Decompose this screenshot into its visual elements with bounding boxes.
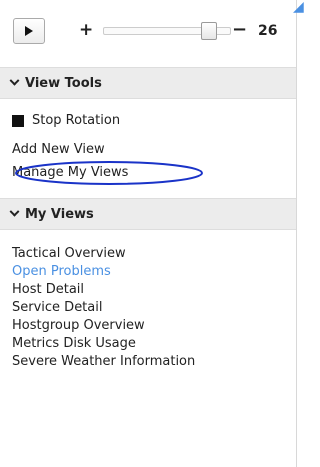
add-new-view-link[interactable]: Add New View	[12, 141, 105, 159]
increase-interval-button[interactable]: +	[79, 20, 93, 40]
stop-rotation-label: Stop Rotation	[32, 113, 121, 128]
stop-icon	[12, 115, 24, 127]
slider-handle[interactable]	[201, 22, 218, 40]
view-tools-title: View Tools	[25, 75, 102, 91]
manage-my-views-link[interactable]: Manage My Views	[12, 164, 128, 182]
view-item-service-detail[interactable]: Service Detail	[12, 299, 102, 317]
view-item-open-problems[interactable]: Open Problems	[12, 263, 111, 281]
chevron-down-icon	[9, 206, 20, 217]
view-item-tactical-overview[interactable]: Tactical Overview	[12, 245, 126, 263]
my-views-header[interactable]: My Views	[0, 198, 296, 230]
view-item-hostgroup-overview[interactable]: Hostgroup Overview	[12, 317, 145, 335]
chevron-down-icon	[9, 75, 20, 86]
view-item-metrics-disk-usage[interactable]: Metrics Disk Usage	[12, 335, 136, 353]
play-icon	[25, 26, 33, 36]
view-tools-header[interactable]: View Tools	[0, 67, 296, 99]
play-button[interactable]	[13, 18, 45, 44]
views-sidebar-panel: + − 26 View Tools Stop Rotation Add New …	[0, 0, 297, 467]
stop-rotation-link[interactable]: Stop Rotation	[12, 112, 120, 130]
view-item-host-detail[interactable]: Host Detail	[12, 281, 84, 299]
view-item-severe-weather-information[interactable]: Severe Weather Information	[12, 353, 195, 371]
rotation-interval-value: 26	[258, 23, 278, 39]
decrease-interval-button[interactable]: −	[232, 20, 247, 40]
rotation-controls: + − 26	[0, 0, 296, 67]
my-views-title: My Views	[25, 206, 94, 222]
corner-marker-icon: ◢	[293, 0, 304, 15]
